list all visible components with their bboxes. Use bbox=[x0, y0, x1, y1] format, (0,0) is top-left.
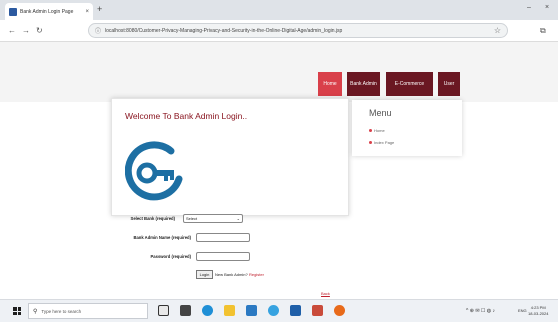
new-tab-button[interactable]: + bbox=[97, 4, 102, 14]
app-icon[interactable] bbox=[312, 305, 323, 316]
select-bank-dropdown[interactable]: Select ⌄ bbox=[183, 214, 243, 223]
header-band bbox=[0, 42, 558, 102]
edge-browser-icon[interactable] bbox=[202, 305, 213, 316]
taskbar: ⚲ Type here to search ^ ⊕ ✉ ☐ ◍ ♪ ENG 4:… bbox=[0, 299, 558, 322]
widgets-icon[interactable] bbox=[180, 305, 191, 316]
browser-tab[interactable]: Bank Admin Login Page × bbox=[5, 3, 93, 20]
select-bank-label: Select Bank (required) bbox=[130, 216, 175, 221]
login-panel: Welcome To Bank Admin Login.. bbox=[111, 98, 349, 216]
browser-tab-bar: Bank Admin Login Page × + – × bbox=[0, 0, 558, 20]
register-link[interactable]: Register bbox=[249, 272, 264, 277]
password-field[interactable] bbox=[196, 252, 250, 261]
new-admin-text: New Bank Admin? bbox=[215, 272, 248, 277]
file-explorer-icon[interactable] bbox=[224, 305, 235, 316]
task-view-icon[interactable] bbox=[158, 305, 169, 316]
password-label: Password (required) bbox=[150, 254, 192, 259]
extensions-icon[interactable]: ⧉ bbox=[540, 26, 546, 35]
search-placeholder: Type here to search bbox=[41, 308, 82, 314]
favicon-icon bbox=[9, 7, 17, 16]
nav-e-commerce[interactable]: E-Commerce bbox=[386, 72, 433, 96]
sidebar-item-label: Home bbox=[374, 128, 385, 133]
close-window-button[interactable]: × bbox=[545, 4, 549, 12]
sidebar-item-index-page[interactable]: Index Page bbox=[369, 140, 394, 145]
chrome-browser-icon[interactable] bbox=[268, 305, 279, 316]
admin-name-field[interactable] bbox=[196, 233, 250, 242]
address-bar-row: ← → ↻ ⓘ localhost:8080/Customer-Privacy-… bbox=[0, 20, 558, 42]
page-info-icon[interactable]: ⓘ bbox=[95, 26, 101, 35]
forward-arrow-icon[interactable]: → bbox=[22, 26, 30, 35]
taskbar-apps bbox=[158, 305, 345, 316]
admin-name-label: Bank Admin Name (required) bbox=[133, 235, 191, 240]
bullet-icon bbox=[369, 141, 372, 144]
nav-home[interactable]: Home bbox=[318, 72, 342, 96]
nav-bank-admin[interactable]: Bank Admin bbox=[347, 72, 380, 96]
key-logo-icon bbox=[125, 141, 183, 201]
mail-icon[interactable] bbox=[290, 305, 301, 316]
back-link[interactable]: Back bbox=[321, 291, 330, 296]
taskbar-search-input[interactable]: ⚲ Type here to search bbox=[28, 303, 148, 319]
sidebar-item-label: Index Page bbox=[374, 140, 395, 145]
login-button[interactable]: Login bbox=[196, 270, 213, 279]
bookmark-star-icon[interactable]: ☆ bbox=[494, 26, 501, 35]
firefox-icon[interactable] bbox=[334, 305, 345, 316]
chevron-down-icon: ⌄ bbox=[236, 216, 240, 221]
windows-start-icon[interactable] bbox=[13, 307, 21, 315]
language-indicator[interactable]: ENG bbox=[518, 308, 527, 313]
system-tray-icons[interactable]: ^ ⊕ ✉ ☐ ◍ ♪ bbox=[466, 308, 495, 314]
back-arrow-icon[interactable]: ← bbox=[8, 26, 16, 35]
sidebar-item-home[interactable]: Home bbox=[369, 128, 385, 133]
page-title: Welcome To Bank Admin Login.. bbox=[125, 111, 248, 121]
bullet-icon bbox=[369, 129, 372, 132]
url-input[interactable]: ⓘ localhost:8080/Customer-Privacy-Managi… bbox=[88, 23, 508, 38]
select-bank-value: Select bbox=[186, 216, 198, 221]
store-icon[interactable] bbox=[246, 305, 257, 316]
tab-close-icon[interactable]: × bbox=[85, 9, 89, 15]
url-text: localhost:8080/Customer-Privacy-Managing… bbox=[105, 27, 343, 34]
search-icon: ⚲ bbox=[33, 308, 38, 315]
tab-title: Bank Admin Login Page bbox=[20, 8, 74, 15]
minimize-button[interactable]: – bbox=[527, 4, 531, 12]
nav-user[interactable]: User bbox=[438, 72, 460, 96]
menu-title: Menu bbox=[369, 108, 392, 118]
sidebar-menu: Menu Home Index Page bbox=[352, 100, 462, 156]
reload-icon[interactable]: ↻ bbox=[36, 26, 43, 35]
clock-date: 18-03-2024 bbox=[528, 311, 549, 316]
taskbar-clock[interactable]: 4:23 PM 18-03-2024 bbox=[528, 305, 548, 317]
page-content: Home Bank Admin E-Commerce User Welcome … bbox=[0, 42, 558, 310]
